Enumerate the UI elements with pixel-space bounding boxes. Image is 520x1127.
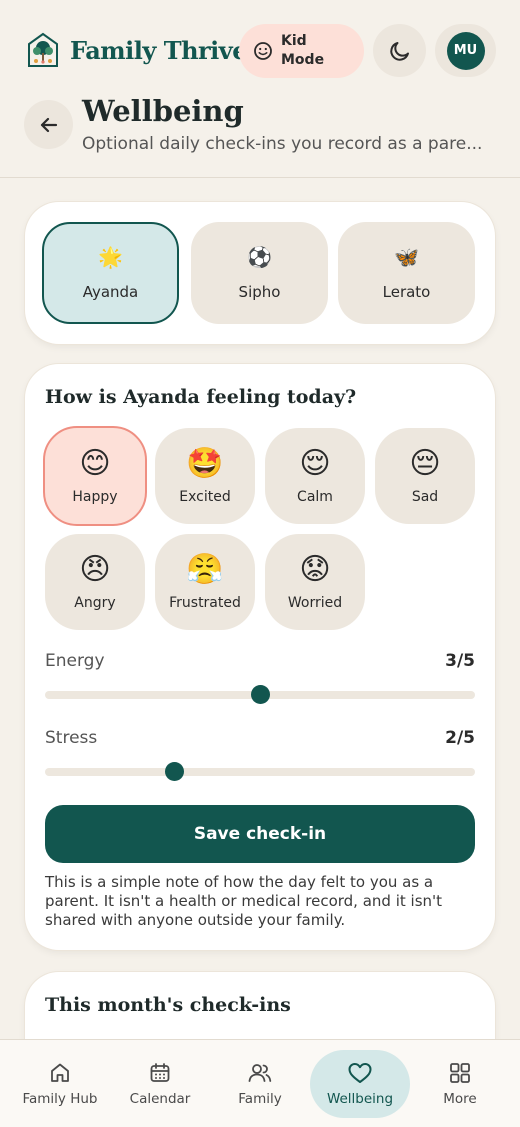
home-icon [51, 1063, 69, 1082]
mood-label: Happy [72, 489, 118, 505]
nav-label: Family [238, 1091, 282, 1107]
nav-label: Wellbeing [326, 1091, 394, 1107]
energy-slider[interactable] [45, 685, 475, 704]
stress-slider[interactable] [45, 762, 475, 781]
child-selector-card: 🌟 Ayanda ⚽ Sipho 🦋 Lerato [25, 202, 495, 344]
page-subtitle: Optional daily check-ins you record as a… [82, 134, 483, 154]
energy-slider-thumb[interactable] [251, 685, 270, 704]
mood-label: Sad [411, 489, 439, 505]
mood-option-frustrated[interactable]: 😤 Frustrated [155, 534, 255, 630]
child-name: Ayanda [82, 283, 139, 301]
energy-value: 3/5 [445, 651, 475, 671]
nav-wellbeing[interactable]: Wellbeing [310, 1050, 410, 1118]
calendar-icon [150, 1063, 170, 1082]
stress-value: 2/5 [445, 728, 475, 748]
nav-label: Calendar [129, 1091, 191, 1107]
brand-name: Family Thrive [70, 35, 248, 65]
happy-face-icon: 😊 [79, 446, 111, 481]
energy-label: Energy [45, 651, 105, 671]
mood-label: Angry [74, 595, 116, 611]
mood-option-happy[interactable]: 😊 Happy [43, 426, 147, 526]
mood-checkin-card: How is Ayanda feeling today? 😊 Happy 🤩 E… [25, 364, 495, 950]
avatar: MU [446, 31, 485, 70]
nav-label: More [443, 1091, 477, 1107]
mood-option-angry[interactable]: 😠 Angry [45, 534, 145, 630]
child-tab-lerato[interactable]: 🦋 Lerato [338, 222, 475, 324]
child-name: Sipho [238, 283, 281, 301]
mood-label: Calm [297, 489, 333, 505]
angry-face-icon: 😠 [79, 552, 111, 587]
month-heading: This month's check-ins [45, 994, 291, 1016]
star-icon: 🌟 [98, 245, 123, 269]
checkin-heading: How is Ayanda feeling today? [45, 386, 357, 408]
header-divider [0, 177, 520, 178]
soccer-ball-icon: ⚽ [247, 245, 272, 269]
moon-icon [389, 41, 409, 61]
nav-label: Family Hub [22, 1091, 98, 1107]
mood-option-excited[interactable]: 🤩 Excited [155, 428, 255, 524]
heart-icon [348, 1063, 372, 1083]
grid-icon [450, 1063, 470, 1083]
stress-slider-thumb[interactable] [165, 762, 184, 781]
child-tab-ayanda[interactable]: 🌟 Ayanda [42, 222, 179, 324]
mood-label: Frustrated [169, 595, 241, 611]
worried-face-icon: 😟 [299, 552, 331, 587]
bottom-nav: Family Hub Calendar Family Wellbeing Mor… [0, 1039, 520, 1127]
kid-mode-button[interactable]: Kid Mode [239, 24, 364, 78]
dark-mode-toggle[interactable] [373, 24, 426, 77]
mood-option-worried[interactable]: 😟 Worried [265, 534, 365, 630]
profile-button[interactable]: MU [435, 24, 496, 77]
family-tree-logo-icon [28, 32, 58, 67]
pensive-face-icon: 😔 [409, 446, 441, 481]
child-name: Lerato [382, 283, 431, 301]
nav-family[interactable]: Family [210, 1050, 310, 1118]
relieved-face-icon: 😌 [299, 446, 331, 481]
back-button[interactable] [24, 100, 73, 149]
nav-family-hub[interactable]: Family Hub [10, 1050, 110, 1118]
child-tab-sipho[interactable]: ⚽ Sipho [191, 222, 328, 324]
save-checkin-button[interactable]: Save check-in [45, 805, 475, 863]
mood-label: Excited [179, 489, 231, 505]
arrow-left-icon [40, 117, 57, 132]
privacy-note: This is a simple note of how the day fel… [45, 873, 443, 929]
butterfly-icon: 🦋 [394, 245, 419, 269]
mood-option-calm[interactable]: 😌 Calm [265, 428, 365, 524]
stress-label: Stress [45, 728, 98, 748]
wellbeing-screen: Family Thrive Kid Mode MU Wellbeing Opti… [0, 0, 520, 1127]
nav-more[interactable]: More [410, 1050, 510, 1118]
star-eyes-face-icon: 🤩 [186, 446, 224, 481]
people-icon [248, 1064, 272, 1082]
steam-nose-face-icon: 😤 [186, 552, 224, 587]
smiley-icon [254, 42, 272, 60]
mood-option-sad[interactable]: 😔 Sad [375, 428, 475, 524]
brand[interactable]: Family Thrive [24, 31, 248, 69]
mood-label: Worried [287, 595, 343, 611]
page-title: Wellbeing [82, 94, 244, 128]
nav-calendar[interactable]: Calendar [110, 1050, 210, 1118]
kid-mode-label: Kid Mode [281, 33, 325, 68]
